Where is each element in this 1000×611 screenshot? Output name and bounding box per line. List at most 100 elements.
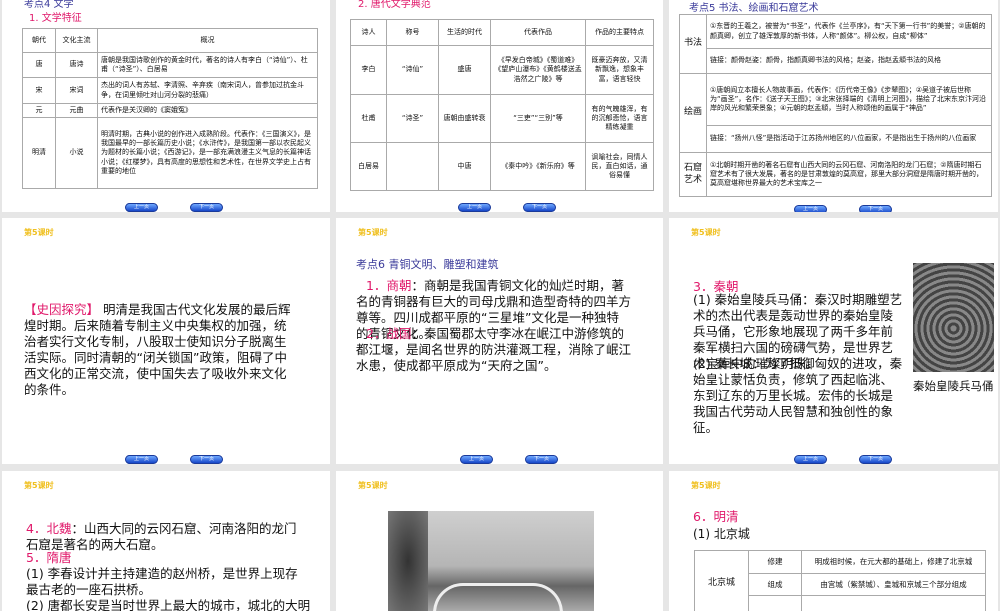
cell	[749, 596, 802, 611]
photo-caption: 秦始皇陵兵马俑	[913, 378, 994, 394]
cell: 元	[23, 104, 56, 118]
prev-button[interactable]: 上一页	[794, 455, 827, 464]
slide-title: 考点5 书法、绘画和石窟艺术	[689, 0, 819, 14]
prev-button[interactable]: 上一页	[125, 455, 158, 464]
explore-paragraph: 【史因探究】 明清是我国古代文化发展的最后辉煌时期。后来随着专制主义中央集权的加…	[24, 302, 292, 398]
beijing-table: 北京城修建明成祖时候，在元大都的基础上，修建了北京城 组成由宫城（紫禁城）、皇城…	[694, 550, 986, 611]
cell: “三吏”“三别”等	[491, 95, 586, 143]
northern-wei-paragraph: 4．北魏：山西大同的云冈石窟、河南洛阳的龙门石窟是著名的两大石窟。	[26, 521, 306, 553]
warring-states-label: 2．战国	[366, 326, 411, 341]
slide-subtitle: 1. 文学特征	[29, 9, 82, 24]
row-label: 绘画	[680, 74, 707, 153]
lesson-label: 第5课时	[24, 480, 54, 491]
cell: 明清时期，古典小说的创作进入成熟阶段。代表作：《三国演义》，是我国最早的一部长篇…	[98, 118, 318, 189]
prev-button[interactable]: 上一页	[458, 203, 491, 212]
cell: 链接：颜骨赵姿：颜骨，指颜真卿书法的风格；赵姿，指赵孟頫书法的风格	[707, 49, 992, 74]
explore-tag: 【史因探究】	[24, 302, 99, 317]
cell: ①东晋的王羲之，被誉为“书圣”，代表作《兰亭序》，有“天下第一行书”的美誉；②唐…	[707, 15, 992, 49]
next-button[interactable]: 下一页	[859, 455, 892, 464]
next-button[interactable]: 下一页	[190, 455, 223, 464]
cell: 修建	[749, 551, 802, 574]
shang-label: 1．商朝	[366, 278, 411, 293]
cell: 唐诗	[56, 53, 98, 78]
slide-ming-qing[interactable]: 第5课时 6．明清 (1) 北京城 北京城修建明成祖时候，在元大都的基础上，修建…	[669, 471, 998, 611]
header: 朝代	[23, 29, 56, 53]
cell: 杰出的词人有苏轼、李清照、辛弃疾（南宋词人，曾参加过抗金斗争，在词里倾吐对山河分…	[98, 78, 318, 104]
zhaozhou-bridge-paragraph: (1) 李春设计并主持建造的赵州桥，是世界上现存最古老的一座石拱桥。	[26, 566, 306, 598]
header: 概况	[98, 29, 318, 53]
prev-button[interactable]: 上一页	[460, 455, 493, 464]
cell: 由宫城（紫禁城）、皇城和京城三个部分组成	[802, 574, 986, 596]
cell: “诗圣”	[387, 95, 439, 143]
slide-subtitle: 2. 唐代文学典范	[358, 0, 458, 10]
row-label: 北京城	[695, 551, 749, 611]
cell: ①唐朝阎立本擅长人物故事画，代表作：《历代帝王像》《步辇图》；②吴道子被后世称为…	[707, 74, 992, 126]
cell: 明成祖时候，在元大都的基础上，修建了北京城	[802, 551, 986, 574]
header: 作品的主要特点	[586, 20, 654, 46]
cell: 《早发白帝城》《蜀道难》《望庐山瀑布》《黄鹤楼送孟浩然之广陵》等	[491, 46, 586, 95]
header: 文化主流	[56, 29, 98, 53]
lesson-label: 第5课时	[24, 227, 54, 238]
next-button[interactable]: 下一页	[190, 203, 223, 212]
tang-poets-table: 诗人称号生活的时代代表作品作品的主要特点 李白“诗仙”盛唐《早发白帝城》《蜀道难…	[350, 19, 654, 191]
northern-wei-label: 4．北魏	[26, 521, 71, 536]
cell: 宋词	[56, 78, 98, 104]
cell: 明清	[23, 118, 56, 189]
prev-button[interactable]: 上一页	[125, 203, 158, 212]
cell: 元曲	[56, 104, 98, 118]
lesson-label: 第5课时	[358, 227, 388, 238]
literature-table: 朝代文化主流概况 唐唐诗唐朝是我国诗歌创作的黄金时代，著名的诗人有李白（“诗仙”…	[22, 28, 318, 189]
cell: 中唐	[439, 143, 491, 191]
row-label: 书法	[680, 15, 707, 74]
slide-title: 考点6 青铜文明、雕塑和建筑	[356, 256, 499, 272]
beijing-subheading: (1) 北京城	[693, 525, 750, 542]
cell: 组成	[749, 574, 802, 596]
slide-tang-literature[interactable]: 2. 唐代文学典范 诗人称号生活的时代代表作品作品的主要特点 李白“诗仙”盛唐《…	[336, 0, 663, 212]
sui-tang-heading: 5．隋唐	[26, 550, 71, 566]
next-button[interactable]: 下一页	[525, 455, 558, 464]
slide-history-reasons[interactable]: 第5课时 【史因探究】 明清是我国古代文化发展的最后辉煌时期。后来随着专制主义中…	[2, 218, 330, 464]
cell: 盛唐	[439, 46, 491, 95]
cell: “诗仙”	[387, 46, 439, 95]
slide-northern-wei-sui-tang[interactable]: 第5课时 4．北魏：山西大同的云冈石窟、河南洛阳的龙门石窟是著名的两大石窟。 5…	[2, 471, 330, 611]
cell: 小说	[56, 118, 98, 189]
header: 生活的时代	[439, 20, 491, 46]
zhaozhou-bridge-photo	[388, 511, 594, 611]
warring-states-paragraph: 2．战国：秦国蜀郡太守李冰在岷江中游修筑的都江堰，是闻名世界的防洪灌溉工程，消除…	[356, 326, 636, 374]
cell: 白居易	[351, 143, 387, 191]
terracotta-warriors-photo	[913, 263, 994, 372]
cell: 李白	[351, 46, 387, 95]
slide-zhaozhou-bridge-photo[interactable]: 第5课时	[336, 471, 663, 611]
slide-qin-dynasty[interactable]: 第5课时 3．秦朝 (1) 秦始皇陵兵马俑：秦汉时期雕塑艺术的杰出代表是轰动世界…	[669, 218, 998, 464]
cell: 《秦中吟》《新乐府》等	[491, 143, 586, 191]
slide-calligraphy-painting-grottoes[interactable]: 考点5 书法、绘画和石窟艺术 书法①东晋的王羲之，被誉为“书圣”，代表作《兰亭序…	[669, 0, 998, 212]
next-button[interactable]: 下一页	[523, 203, 556, 212]
cell: 杜甫	[351, 95, 387, 143]
header: 称号	[387, 20, 439, 46]
cell: 讽喻社会，同情人民，直白如话，通俗易懂	[586, 143, 654, 191]
lesson-label: 第5课时	[358, 480, 388, 491]
ming-qing-heading: 6．明清	[693, 506, 738, 525]
header: 代表作品	[491, 20, 586, 46]
cell: ①北朝时期开凿的著名石窟有山西大同的云冈石窟、河南洛阳的龙门石窟；②隋唐时期石窟…	[707, 153, 992, 197]
arts-table: 书法①东晋的王羲之，被誉为“书圣”，代表作《兰亭序》，有“天下第一行书”的美誉；…	[679, 14, 992, 197]
cell: 唐朝是我国诗歌创作的黄金时代，著名的诗人有李白（“诗仙”）、杜甫（“诗圣”）、白…	[98, 53, 318, 78]
cell: 既豪迈奔放，又清新飘逸，想象丰富，语言轻快	[586, 46, 654, 95]
lesson-label: 第5课时	[691, 480, 721, 491]
great-wall-paragraph: (2) 秦长城：为了抵御匈奴的进攻，秦始皇让蒙恬负责，修筑了西起临洮、东到辽东的…	[693, 356, 905, 436]
cell: 代表作是关汉卿的《窦娥冤》	[98, 104, 318, 118]
slide-literature-features[interactable]: 考点4 文学 1. 文学特征 朝代文化主流概况 唐唐诗唐朝是我国诗歌创作的黄金时…	[2, 0, 330, 212]
cell: 有的气魄雄浑，有的沉郁悲怆，语言精练凝重	[586, 95, 654, 143]
cell: 链接：“扬州八怪”是指活动于江苏扬州地区的八位画家，不是指出生于扬州的八位画家	[707, 126, 992, 153]
cell	[802, 596, 986, 611]
cell: 宋	[23, 78, 56, 104]
slide-bronze-sculpture[interactable]: 第5课时 考点6 青铜文明、雕塑和建筑 1．商朝：商朝是我国青铜文化的灿烂时期，…	[336, 218, 663, 464]
row-label: 石窟艺术	[680, 153, 707, 197]
prev-button[interactable]: 上一页	[794, 205, 827, 212]
lesson-label: 第5课时	[691, 227, 721, 238]
next-button[interactable]: 下一页	[859, 205, 892, 212]
cell: 唐朝由盛转衰	[439, 95, 491, 143]
cell	[387, 143, 439, 191]
cell: 唐	[23, 53, 56, 78]
header: 诗人	[351, 20, 387, 46]
